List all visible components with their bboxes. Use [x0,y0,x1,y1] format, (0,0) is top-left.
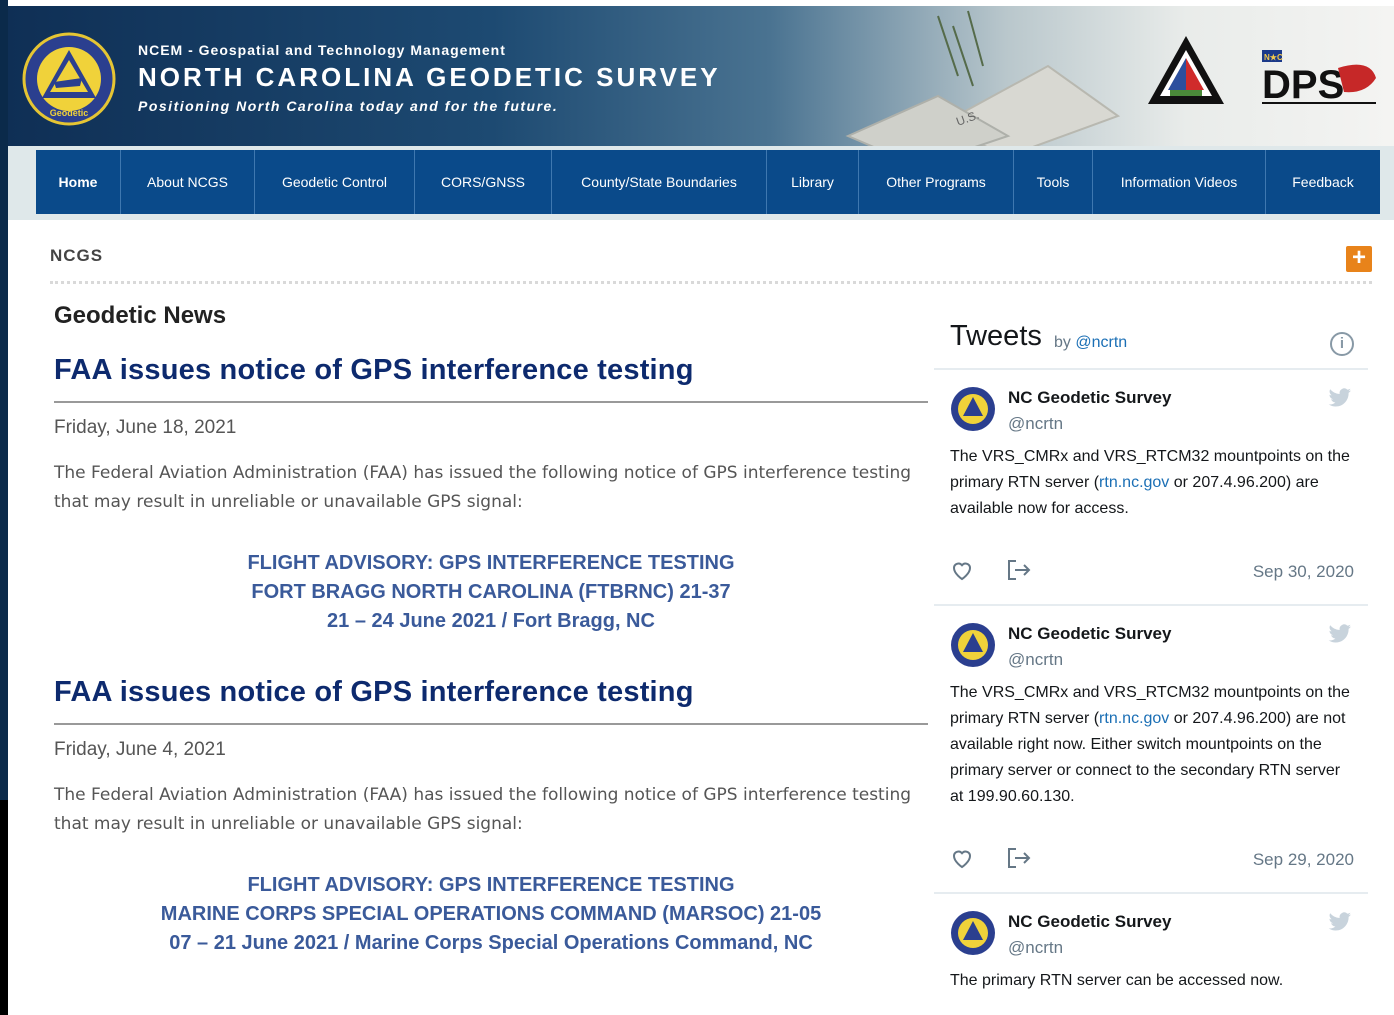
tweet-author-name[interactable]: NC Geodetic Survey [1008,624,1354,644]
heart-icon[interactable] [950,558,974,582]
advisory-line: FORT BRAGG NORTH CAROLINA (FTBRNC) 21-37 [251,581,731,603]
tweet-actions: Sep 30, 2020 [950,552,1354,604]
tweet-text: The primary RTN server can be accessed n… [950,972,1284,989]
tweet: NC Geodetic Survey @ncrtn The primary RT… [934,894,1368,994]
article-body: The Federal Aviation Administration (FAA… [54,463,912,512]
ncem-triangle-logo [1148,36,1224,104]
nav-item-tools[interactable]: Tools [1014,150,1093,214]
byline-prefix: by [1054,334,1071,351]
advisory-line: 21 – 24 June 2021 / Fort Bragg, NC [327,610,655,632]
article-body: The Federal Aviation Administration (FAA… [54,785,912,834]
avatar[interactable] [950,622,996,668]
article-date: Friday, June 18, 2021 [54,417,237,438]
news-heading: Geodetic News [54,302,227,329]
news-article: FAA issues notice of GPS interference te… [54,676,928,958]
svg-text:DPS: DPS [1262,63,1344,107]
nav-item-about[interactable]: About NCGS [121,150,255,214]
flight-advisory[interactable]: FLIGHT ADVISORY: GPS INTERFERENCE TESTIN… [54,549,928,636]
news-article: FAA issues notice of GPS interference te… [54,354,928,636]
dps-logo: N★C DPS [1262,50,1376,107]
advisory-line: MARINE CORPS SPECIAL OPERATIONS COMMAND … [160,903,822,925]
article-title[interactable]: FAA issues notice of GPS interference te… [54,676,928,725]
nav-item-feedback[interactable]: Feedback [1266,150,1380,214]
share-icon[interactable] [1006,846,1032,870]
avatar[interactable] [950,386,996,432]
tweet-date[interactable]: Sep 29, 2020 [1253,850,1354,870]
flight-advisory[interactable]: FLIGHT ADVISORY: GPS INTERFERENCE TESTIN… [54,871,928,958]
twitter-bird-icon[interactable] [1328,388,1352,408]
nav-item-cors-gnss[interactable]: CORS/GNSS [415,150,552,214]
article-date: Friday, June 4, 2021 [54,739,226,760]
tweet: NC Geodetic Survey @ncrtn The VRS_CMRx a… [934,606,1368,894]
tweet-author-name[interactable]: NC Geodetic Survey [1008,388,1354,408]
section-divider [50,281,1372,284]
nav-item-home[interactable]: Home [36,150,121,214]
tweet-date[interactable]: Sep 30, 2020 [1253,562,1354,582]
tweet-link[interactable]: rtn.nc.gov [1099,710,1169,727]
avatar[interactable] [950,910,996,956]
svg-text:Geodetic: Geodetic [50,108,89,118]
main-nav: Home About NCGS Geodetic Control CORS/GN… [36,150,1380,214]
organization-name: NCEM - Geospatial and Technology Managem… [138,42,506,58]
twitter-bird-icon[interactable] [1328,912,1352,932]
nav-bar-wrapper: Home About NCGS Geodetic Control CORS/GN… [8,146,1394,220]
site-tagline: Positioning North Carolina today and for… [138,98,559,114]
tweet-author-handle[interactable]: @ncrtn [1008,650,1354,670]
nav-item-other-programs[interactable]: Other Programs [859,150,1014,214]
tweet-text: The VRS_CMRx and VRS_RTCM32 mountpoints … [950,444,1354,522]
heart-icon[interactable] [950,846,974,870]
site-header: U.S. Geodetic NCEM - Geospatial and Tech… [8,6,1394,146]
info-icon[interactable]: i [1330,332,1354,356]
tweet-author-handle[interactable]: @ncrtn [1008,414,1354,434]
tweet-text: The VRS_CMRx and VRS_RTCM32 mountpoints … [950,680,1354,810]
nav-item-geodetic-control[interactable]: Geodetic Control [255,150,415,214]
share-icon[interactable] [1006,558,1032,582]
timeline-byline: by @ncrtn [1054,334,1127,352]
timeline-header: Tweets by @ncrtn i [934,316,1368,370]
nav-item-boundaries[interactable]: County/State Boundaries [552,150,767,214]
news-column: Geodetic News FAA issues notice of GPS i… [54,302,928,958]
timeline-title: Tweets [950,320,1042,352]
article-title[interactable]: FAA issues notice of GPS interference te… [54,354,928,403]
advisory-line: FLIGHT ADVISORY: GPS INTERFERENCE TESTIN… [247,874,735,896]
advisory-line: FLIGHT ADVISORY: GPS INTERFERENCE TESTIN… [247,552,735,574]
expand-button[interactable]: + [1346,246,1372,272]
tweet-author-handle[interactable]: @ncrtn [1008,938,1354,958]
twitter-bird-icon[interactable] [1328,624,1352,644]
tweet-author-name[interactable]: NC Geodetic Survey [1008,912,1354,932]
nav-item-library[interactable]: Library [767,150,859,214]
timeline-handle-link[interactable]: @ncrtn [1075,334,1127,351]
survey-marker-photo: U.S. [845,10,1121,146]
twitter-timeline: Tweets by @ncrtn i NC Geodetic Survey @n… [934,316,1368,1015]
tweet-link[interactable]: rtn.nc.gov [1099,474,1169,491]
ncgs-seal-logo: Geodetic [22,32,116,126]
site-title: NORTH CAROLINA GEODETIC SURVEY [138,62,721,92]
tweet: NC Geodetic Survey @ncrtn The VRS_CMRx a… [934,370,1368,606]
nav-item-information-videos[interactable]: Information Videos [1093,150,1266,214]
svg-text:N★C: N★C [1264,53,1283,62]
page: U.S. Geodetic NCEM - Geospatial and Tech… [8,6,1394,1015]
tweet-actions: Sep 29, 2020 [950,840,1354,892]
section-title: NCGS [50,246,104,265]
advisory-line: 07 – 21 June 2021 / Marine Corps Special… [169,932,813,954]
